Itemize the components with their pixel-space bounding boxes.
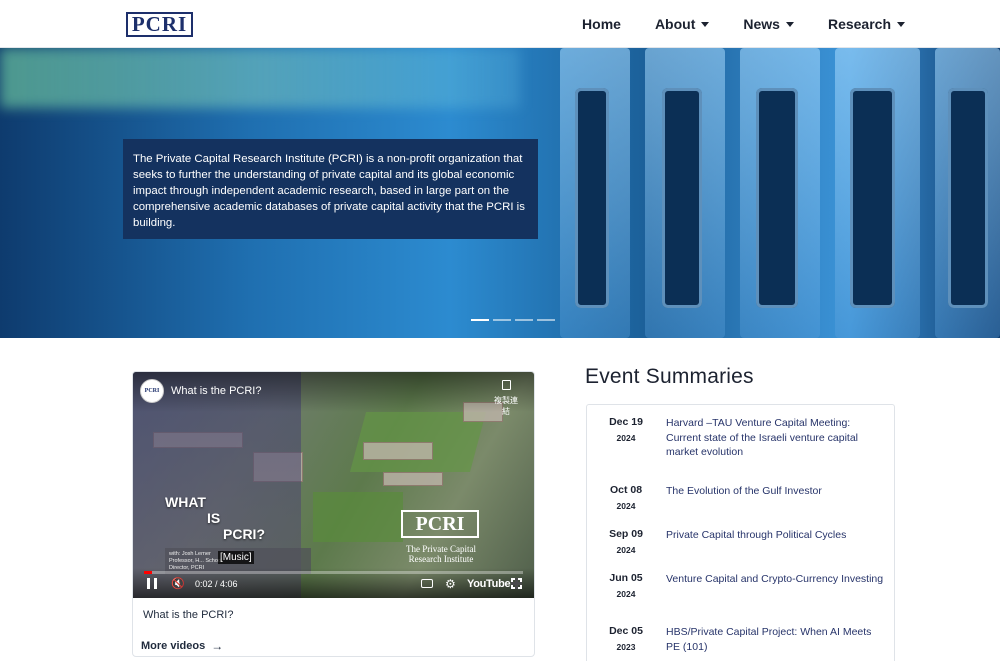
server-slot bbox=[850, 88, 895, 308]
hero-caption: The Private Capital Research Institute (… bbox=[123, 139, 538, 239]
video-thumbnail-field bbox=[313, 492, 403, 542]
nav-item-home[interactable]: Home bbox=[582, 16, 621, 32]
nav-label: Home bbox=[582, 16, 621, 32]
server-slot bbox=[756, 88, 798, 308]
event-month-day: Sep 09 bbox=[609, 528, 643, 540]
video-subtitle: [Music] bbox=[218, 551, 254, 564]
caret-down-icon bbox=[701, 21, 710, 27]
event-month-day: Jun 05 bbox=[609, 572, 643, 584]
event-date: Oct 08 2024 bbox=[597, 484, 655, 511]
subtitles-icon[interactable] bbox=[421, 579, 433, 588]
copy-link-button[interactable]: 複製連結 bbox=[491, 380, 521, 417]
nav-label: About bbox=[654, 16, 696, 32]
nav-label: News bbox=[743, 16, 780, 32]
event-title-link[interactable]: Harvard –TAU Venture Capital Meeting: Cu… bbox=[666, 416, 886, 460]
event-month-day: Oct 08 bbox=[609, 484, 643, 496]
carousel-dot-2[interactable] bbox=[493, 319, 511, 321]
event-title-link[interactable]: Venture Capital and Crypto-Currency Inve… bbox=[666, 572, 886, 587]
event-date: Dec 05 2023 bbox=[597, 625, 655, 652]
event-title-link[interactable]: Private Capital through Political Cycles bbox=[666, 528, 886, 543]
overlay-line: WHAT bbox=[165, 494, 206, 510]
main-menu: Home About News Research bbox=[548, 0, 905, 48]
more-videos-label: More videos bbox=[141, 640, 206, 652]
avatar-text: PCRI bbox=[144, 388, 160, 394]
carousel-dot-3[interactable] bbox=[515, 319, 533, 321]
video-pcri-logo: PCRI bbox=[401, 510, 479, 538]
event-date: Dec 19 2024 bbox=[597, 416, 655, 443]
copy-link-label: 複製連結 bbox=[494, 396, 518, 416]
caret-down-icon bbox=[785, 21, 794, 27]
arrow-right-icon: → bbox=[211, 639, 224, 653]
fullscreen-icon[interactable] bbox=[511, 578, 522, 589]
pcri-logo[interactable]: PCRI bbox=[126, 12, 193, 37]
caret-down-icon bbox=[897, 21, 905, 27]
hero-caption-text: The Private Capital Research Institute (… bbox=[133, 153, 525, 229]
events-list: Dec 19 2024 Harvard –TAU Venture Capital … bbox=[586, 404, 895, 661]
video-building bbox=[363, 442, 433, 460]
event-date: Jun 05 2024 bbox=[597, 572, 655, 599]
video-building bbox=[383, 472, 443, 486]
event-title-link[interactable]: HBS/Private Capital Project: When AI Mee… bbox=[666, 625, 886, 654]
mute-icon[interactable]: 🔇 bbox=[171, 578, 185, 590]
event-month-day: Dec 05 bbox=[609, 625, 643, 637]
hero-glow bbox=[0, 48, 520, 108]
nav-item-about[interactable]: About bbox=[654, 16, 710, 32]
settings-gear-icon[interactable]: ⚙ bbox=[445, 578, 456, 590]
top-navbar: PCRI Home About News Research bbox=[0, 0, 1000, 48]
event-year: 2024 bbox=[616, 501, 636, 511]
pause-icon[interactable] bbox=[147, 578, 157, 589]
carousel-dot-1[interactable] bbox=[471, 319, 489, 321]
hero-carousel: The Private Capital Research Institute (… bbox=[0, 48, 1000, 338]
video-caption: What is the PCRI? bbox=[143, 609, 234, 621]
event-month-day: Dec 19 bbox=[609, 416, 643, 428]
nav-item-research[interactable]: Research bbox=[828, 16, 905, 32]
video-logo-subtitle: The Private Capital Research Institute bbox=[391, 544, 491, 564]
logo-subtitle-line: The Private Capital bbox=[406, 544, 476, 554]
server-slot bbox=[575, 88, 609, 308]
more-videos-link[interactable]: More videos → bbox=[141, 639, 223, 653]
event-title-link[interactable]: The Evolution of the Gulf Investor bbox=[666, 484, 886, 499]
logo-text: PCRI bbox=[131, 12, 188, 36]
server-slot bbox=[948, 88, 988, 308]
carousel-dot-4[interactable] bbox=[537, 319, 555, 321]
server-slot bbox=[662, 88, 702, 308]
overlay-line: IS bbox=[207, 510, 221, 526]
video-time: 0:02 / 4:06 bbox=[195, 579, 238, 589]
video-title[interactable]: What is the PCRI? bbox=[171, 385, 261, 397]
event-year: 2024 bbox=[616, 545, 636, 555]
youtube-logo-button[interactable]: YouTube bbox=[467, 578, 511, 590]
event-year: 2024 bbox=[616, 589, 636, 599]
event-year: 2024 bbox=[616, 433, 636, 443]
video-progress-fill bbox=[144, 571, 152, 574]
video-card: PCRI What is the PCRI? 複製連結 WHAT IS PCRI… bbox=[132, 371, 535, 657]
event-year: 2023 bbox=[616, 642, 636, 652]
video-progress-bar[interactable] bbox=[144, 571, 523, 574]
nav-label: Research bbox=[827, 16, 891, 32]
video-overlay-title: WHAT IS PCRI? bbox=[165, 494, 265, 542]
carousel-indicators bbox=[471, 319, 559, 321]
copy-icon bbox=[501, 380, 511, 390]
video-controls: 🔇 0:02 / 4:06 ⚙ YouTube bbox=[133, 568, 534, 598]
logo-subtitle-line: Research Institute bbox=[408, 554, 474, 564]
events-heading: Event Summaries bbox=[585, 365, 754, 388]
channel-avatar[interactable]: PCRI bbox=[140, 379, 164, 403]
overlay-line: PCRI? bbox=[223, 526, 265, 542]
event-date: Sep 09 2024 bbox=[597, 528, 655, 555]
youtube-player[interactable]: PCRI What is the PCRI? 複製連結 WHAT IS PCRI… bbox=[133, 372, 534, 598]
nav-item-news[interactable]: News bbox=[743, 16, 794, 32]
